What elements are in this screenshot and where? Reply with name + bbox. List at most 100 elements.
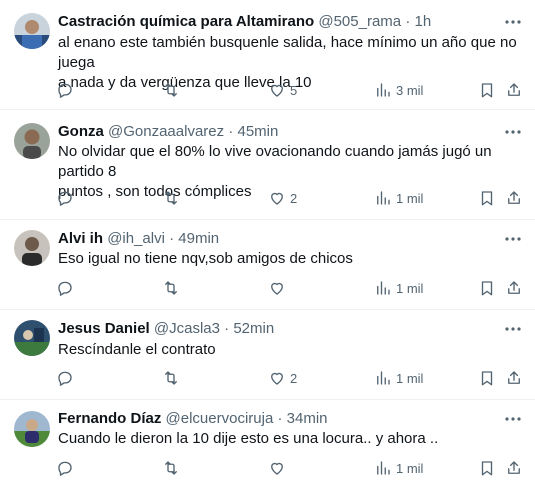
retweet-button[interactable] [162, 187, 184, 209]
more-options-icon[interactable] [503, 319, 523, 339]
share-icon [508, 83, 520, 96]
action-bar: 5 3 mil [48, 79, 527, 101]
like-button[interactable]: 5 [268, 79, 297, 101]
user-handle[interactable]: @ih_alvi [107, 230, 165, 247]
like-button[interactable]: 2 [268, 367, 297, 389]
like-button[interactable] [268, 457, 290, 479]
avatar-field-icon [14, 411, 50, 447]
bookmark-button[interactable] [478, 79, 496, 101]
bookmark-button[interactable] [478, 187, 496, 209]
display-name[interactable]: Alvi ih [58, 230, 103, 247]
tweet-text-line: Eso igual no tiene nqv,sob amigos de chi… [58, 250, 353, 267]
heart-icon [271, 462, 283, 475]
reply-button[interactable] [56, 277, 78, 299]
display-name[interactable]: Gonza [58, 123, 104, 140]
more-options-icon[interactable] [503, 12, 523, 32]
display-name[interactable]: Fernando Díaz [58, 410, 161, 427]
action-bar: 2 1 mil [48, 367, 527, 389]
share-button[interactable] [505, 79, 523, 101]
share-button[interactable] [505, 187, 523, 209]
tweet[interactable]: Jesus Daniel @Jcasla3 · 52min Rescíndanl… [0, 310, 535, 400]
user-handle[interactable]: @Gonzaaalvarez [108, 123, 224, 140]
share-button[interactable] [505, 277, 523, 299]
retweet-button[interactable] [162, 79, 184, 101]
bookmark-icon [481, 191, 493, 206]
tweet-text-line: Cuando le dieron la 10 dije esto es una … [58, 430, 439, 447]
views-button[interactable]: 3 mil [374, 79, 423, 101]
tweet[interactable]: Alvi ih @ih_alvi · 49min Eso igual no ti… [0, 220, 535, 310]
tweet-text-line: al enano este también busquenle salida, … [58, 34, 517, 71]
avatar[interactable] [14, 123, 50, 159]
reply-icon [58, 281, 72, 296]
views-button[interactable]: 1 mil [374, 457, 423, 479]
bookmark-icon [481, 461, 493, 476]
more-options-icon[interactable] [503, 409, 523, 429]
tweet-text-line: No olvidar que el 80% lo vive ovacionand… [58, 143, 492, 180]
separator: · [169, 230, 175, 247]
avatar[interactable] [14, 320, 50, 356]
display-name[interactable]: Jesus Daniel [58, 320, 150, 337]
more-options-icon[interactable] [503, 229, 523, 249]
tweet-header: Alvi ih @ih_alvi · 49min [58, 229, 219, 249]
avatar-stadium-icon [14, 320, 50, 356]
timestamp[interactable]: 49min [178, 230, 219, 247]
timestamp[interactable]: 1h [414, 13, 431, 30]
heart-icon [271, 192, 283, 205]
tweet-text-line: Rescíndanle el contrato [58, 341, 216, 358]
view-count: 1 mil [396, 190, 424, 206]
views-button[interactable]: 1 mil [374, 367, 423, 389]
avatar[interactable] [14, 13, 50, 49]
display-name[interactable]: Castración química para Altamirano [58, 13, 314, 30]
retweet-icon [165, 281, 177, 295]
share-button[interactable] [505, 367, 523, 389]
user-handle[interactable]: @505_rama [318, 13, 401, 30]
tweet-header: Gonza @Gonzaaalvarez · 45min [58, 122, 278, 142]
timestamp[interactable]: 52min [233, 320, 274, 337]
bookmark-icon [481, 371, 493, 386]
like-count: 5 [290, 82, 298, 98]
share-icon [508, 371, 520, 384]
bar-chart-icon [377, 461, 390, 475]
views-button[interactable]: 1 mil [374, 187, 423, 209]
reply-icon [58, 83, 72, 98]
retweet-button[interactable] [162, 277, 184, 299]
bar-chart-icon [377, 83, 390, 97]
bookmark-button[interactable] [478, 277, 496, 299]
view-count: 3 mil [396, 82, 424, 98]
avatar[interactable] [14, 230, 50, 266]
tweet[interactable]: Castración química para Altamirano @505_… [0, 0, 535, 110]
reply-feed: Castración química para Altamirano @505_… [0, 0, 535, 493]
like-button[interactable]: 2 [268, 187, 297, 209]
reply-icon [58, 191, 72, 206]
retweet-icon [165, 371, 177, 385]
user-handle[interactable]: @elcuervociruja [166, 410, 274, 427]
tweet-header: Fernando Díaz @elcuervociruja · 34min [58, 409, 328, 429]
separator: · [224, 320, 230, 337]
like-button[interactable] [268, 277, 290, 299]
timestamp[interactable]: 45min [237, 123, 278, 140]
avatar-blue-jersey-icon [14, 13, 50, 49]
avatar[interactable] [14, 411, 50, 447]
action-bar: 2 1 mil [48, 187, 527, 209]
more-options-icon[interactable] [503, 122, 523, 142]
reply-button[interactable] [56, 79, 78, 101]
retweet-button[interactable] [162, 367, 184, 389]
share-button[interactable] [505, 457, 523, 479]
bookmark-button[interactable] [478, 457, 496, 479]
bookmark-button[interactable] [478, 367, 496, 389]
separator: · [277, 410, 283, 427]
user-handle[interactable]: @Jcasla3 [154, 320, 220, 337]
tweet[interactable]: Fernando Díaz @elcuervociruja · 34min Cu… [0, 400, 535, 493]
timestamp[interactable]: 34min [287, 410, 328, 427]
reply-button[interactable] [56, 367, 78, 389]
reply-icon [58, 371, 72, 386]
retweet-button[interactable] [162, 457, 184, 479]
reply-button[interactable] [56, 187, 78, 209]
view-count: 1 mil [396, 280, 424, 296]
tweet[interactable]: Gonza @Gonzaaalvarez · 45min No olvidar … [0, 110, 535, 220]
tweet-header: Jesus Daniel @Jcasla3 · 52min [58, 319, 274, 339]
view-count: 1 mil [396, 370, 424, 386]
heart-icon [271, 372, 283, 385]
reply-button[interactable] [56, 457, 78, 479]
views-button[interactable]: 1 mil [374, 277, 423, 299]
